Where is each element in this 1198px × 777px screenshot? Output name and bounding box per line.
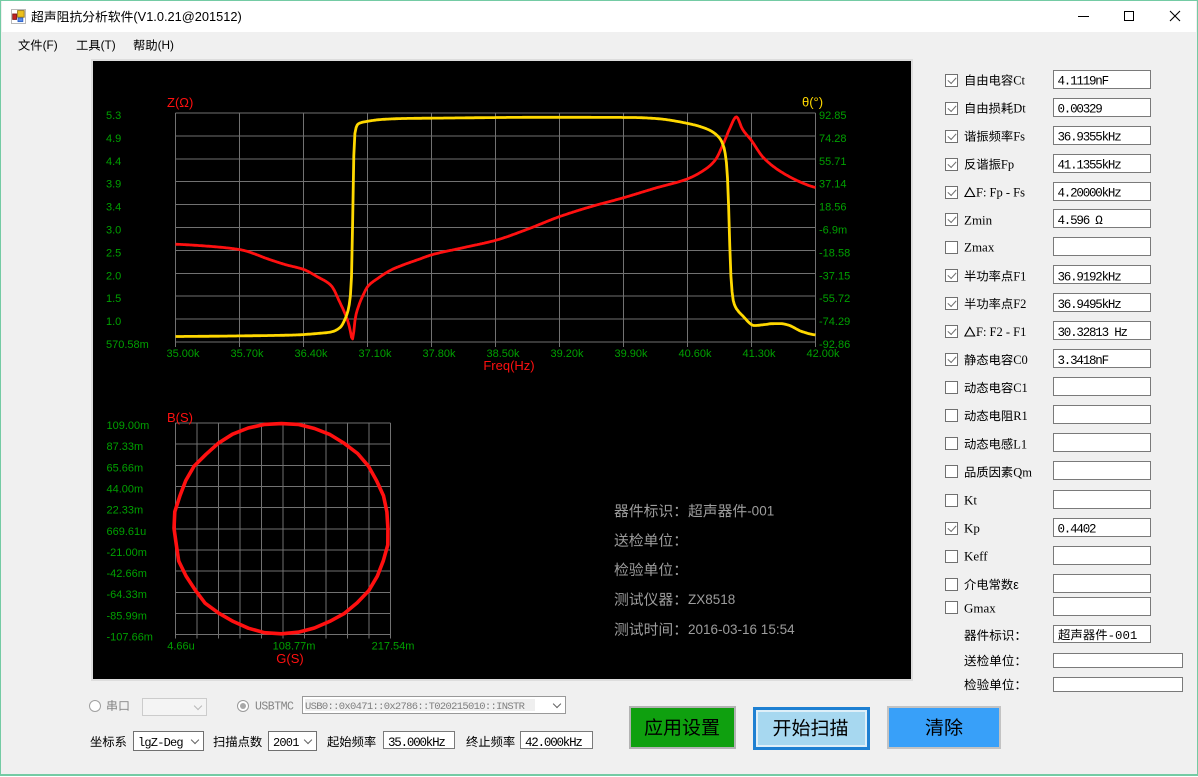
svg-text:F2: F2 (1013, 297, 1026, 311)
svg-text:Gmax: Gmax (964, 601, 996, 616)
svg-text:Ct: Ct (1013, 74, 1025, 88)
svg-text:Fp: Fp (1001, 158, 1014, 172)
svg-text:ε: ε (1013, 578, 1019, 592)
svg-text:Kt: Kt (964, 493, 977, 508)
svg-text:L1: L1 (1013, 437, 1027, 451)
svg-text:Keff: Keff (964, 549, 988, 564)
svg-text:Zmin: Zmin (964, 212, 993, 227)
svg-text:Fs: Fs (1013, 130, 1025, 144)
svg-text:F1: F1 (1013, 269, 1026, 283)
svg-text:Zmax: Zmax (964, 240, 995, 255)
svg-text:Dt: Dt (1013, 102, 1026, 116)
svg-text:Qm: Qm (1013, 465, 1032, 479)
svg-text:C0: C0 (1013, 353, 1028, 367)
svg-text:C1: C1 (1013, 381, 1028, 395)
svg-text:R1: R1 (1013, 409, 1028, 423)
svg-text:USBTMC: USBTMC (255, 701, 294, 714)
svg-text:F: Fp - Fs: F: Fp - Fs (976, 186, 1025, 200)
svg-text:F: F2 - F1: F: F2 - F1 (976, 325, 1026, 339)
svg-text:Kp: Kp (964, 521, 980, 536)
